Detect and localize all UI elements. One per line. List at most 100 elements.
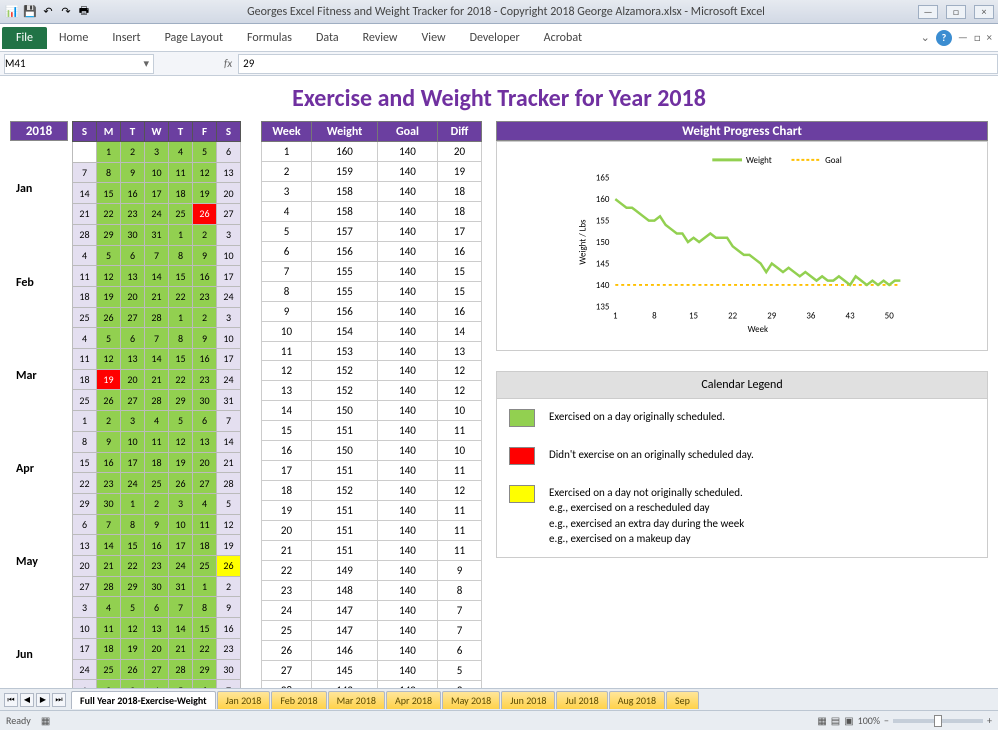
table-cell[interactable]: 140 xyxy=(378,241,438,261)
worksheet-area[interactable]: Exercise and Weight Tracker for Year 201… xyxy=(0,76,998,688)
table-cell[interactable]: 147 xyxy=(312,600,378,620)
name-box-dropdown-icon[interactable]: ▾ xyxy=(143,57,153,70)
table-cell[interactable]: 18 xyxy=(438,181,482,201)
ribbon-tab-view[interactable]: View xyxy=(410,27,458,49)
calendar-cell[interactable]: 20 xyxy=(121,286,145,307)
table-cell[interactable]: 156 xyxy=(312,301,378,321)
calendar-cell[interactable]: 4 xyxy=(145,411,169,432)
calendar-cell[interactable]: 6 xyxy=(193,680,217,688)
table-cell[interactable]: 151 xyxy=(312,421,378,441)
table-cell[interactable]: 20 xyxy=(262,521,312,541)
table-cell[interactable]: 4 xyxy=(262,201,312,221)
sheet-tab[interactable]: Sep xyxy=(666,691,699,709)
calendar-cell[interactable]: 28 xyxy=(169,659,193,680)
tab-nav-prev[interactable]: ◀ xyxy=(20,693,34,707)
calendar-cell[interactable]: 16 xyxy=(193,349,217,370)
calendar-cell[interactable]: 24 xyxy=(217,286,241,307)
calendar-cell[interactable]: 30 xyxy=(145,576,169,597)
table-cell[interactable]: 19 xyxy=(438,161,482,181)
calendar-cell[interactable]: 26 xyxy=(169,473,193,494)
ribbon-tab-data[interactable]: Data xyxy=(304,27,351,49)
calendar-cell[interactable]: 6 xyxy=(73,514,97,535)
window-close-icon[interactable]: × xyxy=(987,31,992,44)
calendar-cell[interactable]: 8 xyxy=(97,162,121,183)
calendar-cell[interactable]: 27 xyxy=(193,473,217,494)
calendar-cell[interactable]: 7 xyxy=(145,245,169,266)
calendar-cell[interactable]: 27 xyxy=(73,576,97,597)
table-cell[interactable]: 143 xyxy=(312,680,378,688)
calendar-cell[interactable]: 28 xyxy=(145,390,169,411)
calendar-cell[interactable]: 4 xyxy=(73,245,97,266)
ribbon-tab-acrobat[interactable]: Acrobat xyxy=(532,27,594,49)
calendar-cell[interactable]: 19 xyxy=(217,535,241,556)
table-cell[interactable]: 13 xyxy=(262,381,312,401)
table-cell[interactable]: 140 xyxy=(378,481,438,501)
close-button[interactable]: × xyxy=(974,5,994,19)
table-cell[interactable]: 150 xyxy=(312,441,378,461)
table-cell[interactable]: 15 xyxy=(262,421,312,441)
calendar-cell[interactable]: 5 xyxy=(121,597,145,618)
help-icon[interactable]: ? xyxy=(936,30,952,46)
zoom-out-button[interactable]: − xyxy=(884,714,889,727)
ribbon-tab-developer[interactable]: Developer xyxy=(458,27,532,49)
calendar-cell[interactable]: 20 xyxy=(121,369,145,390)
table-cell[interactable]: 11 xyxy=(438,421,482,441)
table-cell[interactable]: 11 xyxy=(262,341,312,361)
calendar-cell[interactable]: 30 xyxy=(121,224,145,245)
calendar-cell[interactable]: 9 xyxy=(193,245,217,266)
calendar-cell[interactable]: 8 xyxy=(73,431,97,452)
calendar-cell[interactable]: 7 xyxy=(217,411,241,432)
calendar-cell[interactable]: 29 xyxy=(169,390,193,411)
calendar-cell[interactable]: 25 xyxy=(145,473,169,494)
calendar-cell[interactable]: 5 xyxy=(193,142,217,163)
view-break-icon[interactable]: ▣ xyxy=(844,714,853,727)
calendar-cell[interactable]: 14 xyxy=(217,431,241,452)
table-cell[interactable]: 155 xyxy=(312,281,378,301)
calendar-cell[interactable]: 15 xyxy=(97,183,121,204)
calendar-cell[interactable]: 5 xyxy=(97,245,121,266)
table-cell[interactable]: 7 xyxy=(438,600,482,620)
calendar-cell[interactable]: 2 xyxy=(193,224,217,245)
table-cell[interactable]: 11 xyxy=(438,461,482,481)
table-cell[interactable]: 158 xyxy=(312,201,378,221)
calendar-cell[interactable]: 25 xyxy=(73,390,97,411)
table-cell[interactable]: 14 xyxy=(262,401,312,421)
calendar-cell[interactable]: 13 xyxy=(121,266,145,287)
table-cell[interactable]: 146 xyxy=(312,640,378,660)
table-cell[interactable]: 140 xyxy=(378,580,438,600)
table-cell[interactable]: 22 xyxy=(262,561,312,581)
calendar-cell[interactable]: 12 xyxy=(97,266,121,287)
calendar-cell[interactable]: 26 xyxy=(217,556,241,577)
calendar-cell[interactable]: 18 xyxy=(145,452,169,473)
calendar-cell[interactable]: 13 xyxy=(73,535,97,556)
calendar-cell[interactable]: 10 xyxy=(73,618,97,639)
calendar-cell[interactable]: 16 xyxy=(193,266,217,287)
table-cell[interactable]: 15 xyxy=(438,281,482,301)
calendar-cell[interactable]: 6 xyxy=(193,411,217,432)
calendar-cell[interactable]: 13 xyxy=(193,431,217,452)
calendar-cell[interactable]: 6 xyxy=(121,245,145,266)
table-cell[interactable]: 140 xyxy=(378,361,438,381)
save-icon[interactable]: 💾 xyxy=(22,4,38,20)
redo-icon[interactable]: ↷ xyxy=(58,4,74,20)
table-cell[interactable]: 140 xyxy=(378,301,438,321)
table-cell[interactable]: 16 xyxy=(438,241,482,261)
table-cell[interactable]: 1 xyxy=(262,142,312,162)
calendar-cell[interactable]: 22 xyxy=(97,204,121,225)
table-cell[interactable]: 140 xyxy=(378,401,438,421)
table-cell[interactable]: 7 xyxy=(262,261,312,281)
undo-icon[interactable]: ↶ xyxy=(40,4,56,20)
calendar-cell[interactable]: 10 xyxy=(145,162,169,183)
formula-input[interactable]: 29 xyxy=(238,54,998,74)
calendar-cell[interactable]: 11 xyxy=(97,618,121,639)
calendar-cell[interactable]: 31 xyxy=(169,576,193,597)
calendar-cell[interactable]: 22 xyxy=(193,638,217,659)
calendar-cell[interactable]: 17 xyxy=(169,535,193,556)
calendar-cell[interactable]: 1 xyxy=(169,307,193,328)
table-cell[interactable]: 149 xyxy=(312,561,378,581)
calendar-cell[interactable]: 13 xyxy=(217,162,241,183)
calendar-cell[interactable]: 15 xyxy=(193,618,217,639)
calendar-cell[interactable]: 16 xyxy=(121,183,145,204)
table-cell[interactable]: 159 xyxy=(312,161,378,181)
table-cell[interactable]: 6 xyxy=(262,241,312,261)
